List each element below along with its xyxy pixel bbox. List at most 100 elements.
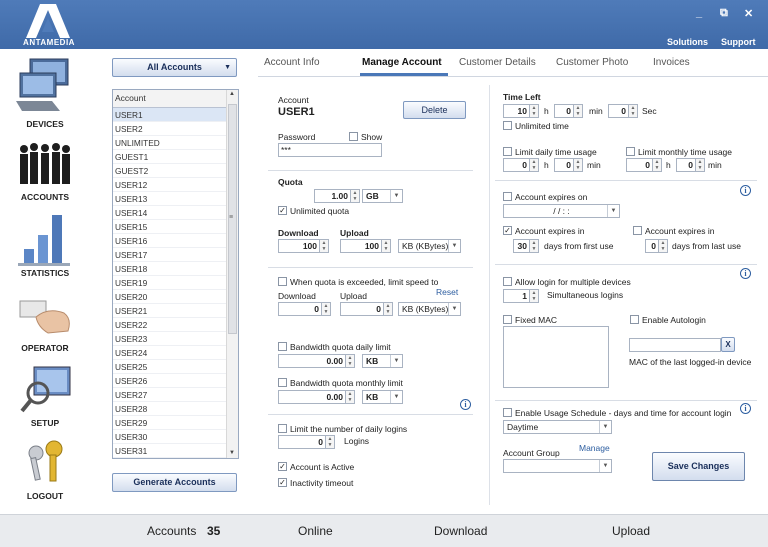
upload-input[interactable]: 100 [340,239,382,253]
accounts-list[interactable]: Account USER1 USER2 UNLIMITED GUEST1 GUEST2 U… [112,89,239,459]
mac-clear-button[interactable]: X [721,337,735,352]
manage-groups-link[interactable]: Manage [579,443,610,453]
bw-daily-unit-select[interactable]: KB ▼ [362,354,403,368]
reset-link[interactable]: Reset [436,287,458,297]
logins-input[interactable]: 0 [278,435,326,449]
unlimited-quota-checkbox[interactable]: ✓ [278,206,287,215]
account-row[interactable]: USER28 [113,402,226,416]
account-row[interactable]: USER26 [113,374,226,388]
account-row[interactable]: USER21 [113,304,226,318]
daily-minutes-spinner[interactable]: ▲ ▼ [574,158,583,172]
account-row[interactable]: UNLIMITED [113,136,226,150]
expires-in2-spinner[interactable]: ▲ ▼ [659,239,668,253]
account-row[interactable]: USER19 [113,276,226,290]
usage-schedule-checkbox[interactable] [503,408,512,417]
delete-button[interactable]: Delete [403,101,466,119]
fixed-mac-list[interactable] [503,326,609,388]
multi-login-checkbox[interactable] [503,277,512,286]
info-icon[interactable]: i [740,268,751,279]
account-group-select[interactable]: ▼ [503,459,612,473]
limit-upload-spinner[interactable]: ▲ ▼ [384,302,393,316]
speed-unit-select[interactable]: KB (KBytes) ▼ [398,239,461,253]
account-row[interactable]: USER27 [113,388,226,402]
account-row[interactable]: USER22 [113,318,226,332]
account-row[interactable]: USER1 [113,108,226,122]
account-row[interactable]: USER16 [113,234,226,248]
simultaneous-spinner[interactable]: ▲ ▼ [530,289,539,303]
schedule-select[interactable]: Daytime ▼ [503,420,612,434]
password-input[interactable]: *** [278,143,382,157]
download-spinner[interactable]: ▲ ▼ [320,239,329,253]
account-row[interactable]: USER24 [113,346,226,360]
account-row[interactable]: USER15 [113,220,226,234]
expires-in2-input[interactable]: 0 [645,239,659,253]
account-row[interactable]: GUEST2 [113,164,226,178]
nav-devices[interactable]: DEVICES [0,57,90,141]
unlimited-time-checkbox[interactable] [503,121,512,130]
account-row[interactable]: USER30 [113,430,226,444]
bw-monthly-spinner[interactable]: ▲ ▼ [346,390,355,404]
quota-input[interactable]: 1.00 [314,189,351,203]
bw-monthly-input[interactable]: 0.00 [278,390,346,404]
expires-in-spinner[interactable]: ▲ ▼ [530,239,539,253]
scroll-up-icon[interactable]: ▲ [229,91,235,97]
tab-customer-photo[interactable]: Customer Photo [556,57,628,68]
account-row[interactable]: USER17 [113,248,226,262]
generate-accounts-button[interactable]: Generate Accounts [112,473,237,492]
limit-speed-unit-select[interactable]: KB (KBytes) ▼ [398,302,461,316]
account-filter-dropdown[interactable]: All Accounts ▼ [112,58,237,77]
tab-invoices[interactable]: Invoices [653,57,690,68]
limit-upload-input[interactable]: 0 [340,302,384,316]
account-row[interactable]: USER29 [113,416,226,430]
account-row[interactable]: USER20 [113,290,226,304]
account-active-checkbox[interactable]: ✓ [278,462,287,471]
nav-setup[interactable]: SETUP [0,363,90,437]
limit-download-spinner[interactable]: ▲ ▼ [322,302,331,316]
daily-hours-spinner[interactable]: ▲ ▼ [530,158,539,172]
limit-logins-checkbox[interactable] [278,424,287,433]
info-icon[interactable]: i [460,399,471,410]
bw-daily-spinner[interactable]: ▲ ▼ [346,354,355,368]
nav-operator[interactable]: OPERATOR [0,289,90,361]
bw-monthly-checkbox[interactable] [278,378,287,387]
account-row[interactable]: USER31 [113,444,226,458]
seconds-spinner[interactable]: ▲ ▼ [629,104,638,118]
tab-customer-details[interactable]: Customer Details [459,57,536,68]
minutes-input[interactable]: 0 [554,104,574,118]
nav-statistics[interactable]: STATISTICS [0,211,90,287]
account-row[interactable]: USER14 [113,206,226,220]
expires-on-checkbox[interactable] [503,192,512,201]
daily-hours-input[interactable]: 0 [503,158,530,172]
account-row[interactable]: USER12 [113,178,226,192]
hours-input[interactable]: 10 [503,104,530,118]
bw-monthly-unit-select[interactable]: KB ▼ [362,390,403,404]
support-link[interactable]: Support [721,37,756,47]
accounts-scrollbar[interactable]: ▲ ≡ ▼ [226,90,238,458]
info-icon[interactable]: i [740,403,751,414]
minutes-spinner[interactable]: ▲ ▼ [574,104,583,118]
inactivity-timeout-checkbox[interactable]: ✓ [278,478,287,487]
info-icon[interactable]: i [740,185,751,196]
expires-in2-checkbox[interactable] [633,226,642,235]
show-password-checkbox[interactable] [349,132,358,141]
tab-account-info[interactable]: Account Info [264,57,320,68]
fixed-mac-checkbox[interactable] [503,315,512,324]
account-row[interactable]: USER13 [113,192,226,206]
monthly-minutes-input[interactable]: 0 [676,158,696,172]
expires-in-input[interactable]: 30 [513,239,530,253]
account-row[interactable]: USER23 [113,332,226,346]
daily-minutes-input[interactable]: 0 [554,158,574,172]
restore-button[interactable]: ⧉ [720,7,728,20]
seconds-input[interactable]: 0 [608,104,629,118]
scroll-down-icon[interactable]: ▼ [229,450,235,456]
mac-input[interactable] [629,338,721,352]
account-row[interactable]: GUEST1 [113,150,226,164]
hours-spinner[interactable]: ▲ ▼ [530,104,539,118]
expires-date-picker[interactable]: / / : : ▼ [503,204,620,218]
save-changes-button[interactable]: Save Changes [652,452,745,481]
download-input[interactable]: 100 [278,239,320,253]
solutions-link[interactable]: Solutions [667,37,708,47]
account-row[interactable]: USER18 [113,262,226,276]
nav-logout[interactable]: LOGOUT [0,437,90,505]
monthly-hours-input[interactable]: 0 [626,158,653,172]
